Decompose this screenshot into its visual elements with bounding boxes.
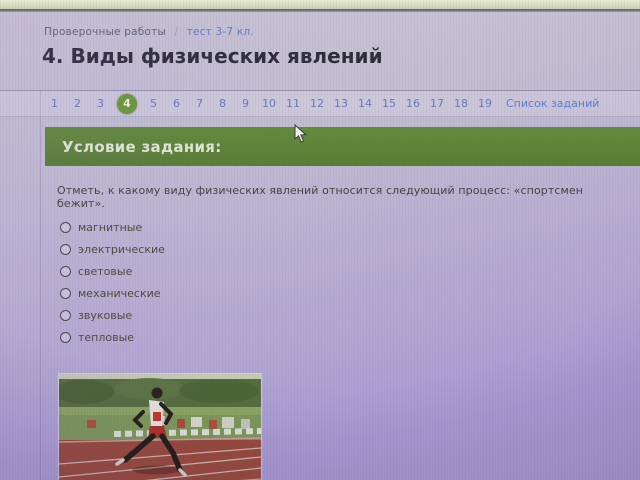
radio-button-icon[interactable] [60, 287, 71, 299]
pagination-page-7[interactable]: 7 [193, 94, 206, 114]
pagination-page-16[interactable]: 16 [406, 94, 420, 114]
radio-button-icon[interactable] [60, 265, 71, 277]
mouse-cursor [294, 123, 308, 148]
pagination-page-1[interactable]: 1 [48, 94, 61, 114]
pagination-bar: 1 2 3 4 5 6 7 8 9 10 11 12 13 14 15 16 17 18 19 Список зад… [0, 90, 640, 117]
pagination-page-5[interactable]: 5 [147, 94, 160, 114]
task-image-sprinter [58, 373, 262, 480]
pagination-page-12[interactable]: 12 [310, 94, 324, 114]
pagination-page-17[interactable]: 17 [430, 94, 444, 114]
pagination-page-2[interactable]: 2 [71, 94, 84, 114]
radio-button-icon[interactable] [60, 331, 71, 343]
breadcrumb-separator: / [174, 26, 179, 38]
option-label: звуковые [78, 308, 133, 322]
screen-photo: Проверочные работы / тест 3-7 кл. 4. Вид… [0, 0, 640, 480]
task-header-bar: Условие задания: [45, 127, 640, 166]
pagination-page-8[interactable]: 8 [216, 94, 229, 114]
pagination-page-18[interactable]: 18 [454, 94, 468, 114]
breadcrumb-current-link[interactable]: тест 3-7 кл. [187, 26, 254, 38]
content-left-border [40, 90, 41, 480]
pagination-page-6[interactable]: 6 [170, 94, 183, 114]
page-title: 4. Виды физических явлений [42, 44, 383, 68]
pagination-page-15[interactable]: 15 [382, 94, 396, 114]
pagination-page-10[interactable]: 10 [262, 94, 276, 114]
breadcrumb-section[interactable]: Проверочные работы [44, 26, 166, 38]
options-list: магнитные электрические световые механическ… [60, 216, 165, 348]
pagination-page-19[interactable]: 19 [478, 94, 492, 114]
question-text: Отметь, к какому виду физических явлений… [57, 184, 584, 210]
breadcrumb: Проверочные работы / тест 3-7 кл. [44, 26, 254, 38]
option-row[interactable]: механические [60, 282, 165, 304]
task-list-link[interactable]: Список заданий [506, 97, 599, 110]
option-row[interactable]: звуковые [60, 304, 165, 326]
option-label: световые [78, 264, 133, 278]
option-label: электрические [78, 242, 165, 256]
pagination-page-3[interactable]: 3 [94, 94, 107, 114]
radio-button-icon[interactable] [60, 221, 71, 233]
pagination-page-9[interactable]: 9 [239, 94, 252, 114]
sky [59, 374, 261, 381]
pagination-page-13[interactable]: 13 [334, 94, 348, 114]
pagination-page-14[interactable]: 14 [358, 94, 372, 114]
option-row[interactable]: световые [60, 260, 165, 282]
radio-button-icon[interactable] [60, 309, 71, 321]
option-row[interactable]: магнитные [60, 216, 165, 238]
quiz-page: Проверочные работы / тест 3-7 кл. 4. Вид… [0, 12, 640, 480]
option-label: механические [78, 286, 161, 300]
task-header-label: Условие задания: [62, 137, 222, 156]
option-label: магнитные [78, 220, 143, 234]
pagination-page-4[interactable]: 4 [117, 93, 137, 114]
monitor-top-edge [0, 0, 640, 9]
option-label: тепловые [78, 330, 135, 344]
sprinter-figure [115, 387, 187, 477]
pagination-pages: 1 2 3 4 5 6 7 8 9 10 11 12 13 14 15 16 17 18 19 [48, 93, 502, 114]
radio-button-icon[interactable] [60, 243, 71, 255]
option-row[interactable]: электрические [60, 238, 165, 260]
pagination-page-11[interactable]: 11 [286, 94, 300, 114]
option-row[interactable]: тепловые [60, 326, 165, 348]
